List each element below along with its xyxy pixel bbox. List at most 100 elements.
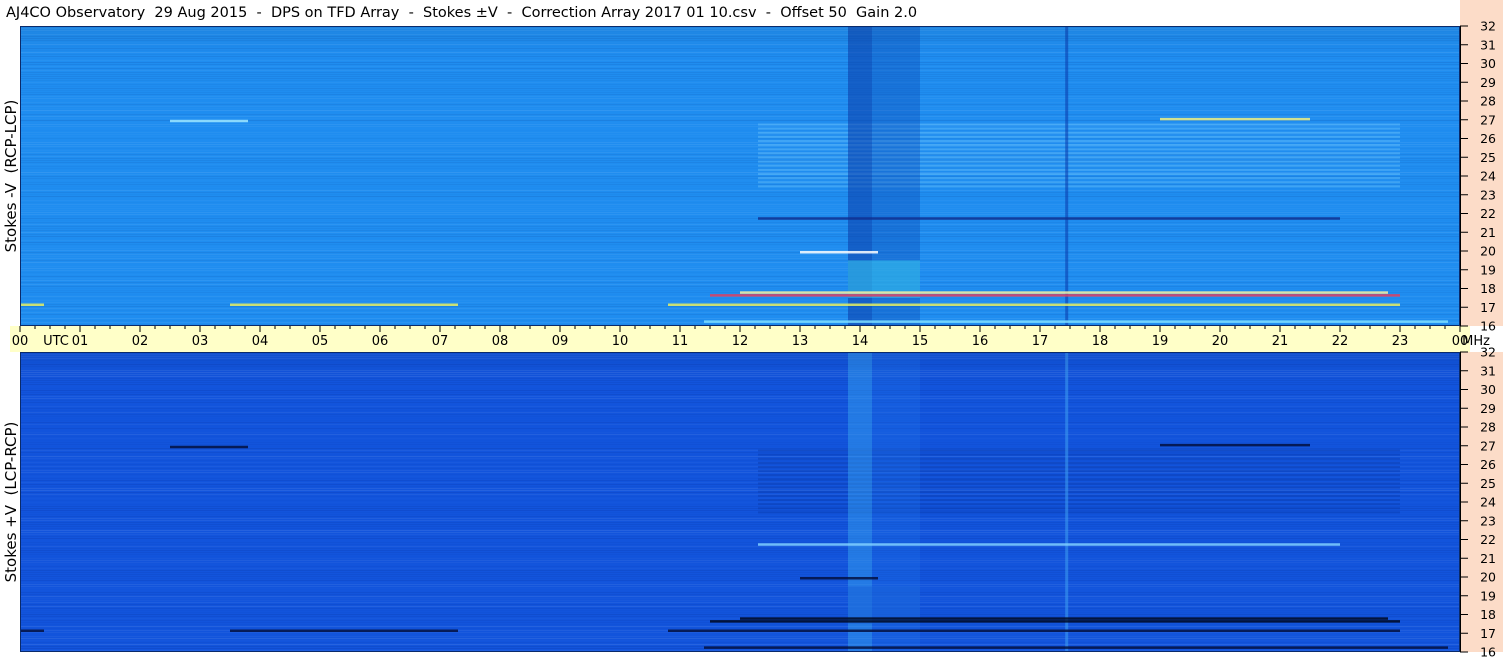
texture-line [20,180,1460,181]
interference-streak [704,320,1448,323]
texture-line [20,442,1460,443]
texture-line [20,302,1460,303]
interference-streak [710,620,1400,623]
texture-line [20,86,1460,87]
texture-line [20,184,1460,185]
freq-tick-label: 20 [1480,570,1496,585]
texture-line [20,602,1460,603]
panel-vignette [20,26,1460,56]
utc-tick-label: 01 [72,334,89,349]
interference-streak [740,291,1388,294]
texture-line [20,560,1460,561]
texture-line [20,546,1460,547]
texture-line [20,168,1460,169]
texture-line [20,558,1460,559]
texture-line [20,434,1460,435]
texture-line [20,570,1460,571]
texture-line [20,640,1460,641]
freq-tick-label: 18 [1480,281,1496,296]
texture-line [20,430,1460,431]
interference-streak [20,629,44,632]
interference-streak [758,217,1340,220]
freq-tick-label: 30 [1480,56,1496,71]
texture-line [20,572,1460,573]
texture-line [20,104,1460,105]
texture-line [20,134,1460,135]
texture-line [20,522,1460,523]
texture-line [20,250,1460,251]
texture-line [20,566,1460,567]
top-frequency-axis: 16 17 18 19 20 21 22 23 24 25 26 27 28 29 30 31 32 [1460,0,1503,334]
texture-line [20,112,1460,113]
texture-line [20,312,1460,313]
texture-line [20,316,1460,317]
texture-line [20,590,1460,591]
texture-line [20,116,1460,117]
interference-streak [170,445,248,449]
bottom-spectrogram-panel [20,352,1460,652]
freq-tick-label: 20 [1480,244,1496,259]
texture-line [20,502,1460,503]
texture-line [20,56,1460,57]
texture-line [20,138,1460,139]
texture-line [20,194,1460,195]
texture-line [20,626,1460,627]
utc-tick-label: 03 [192,334,209,349]
texture-line [20,604,1460,605]
vertical-line-17h [1065,352,1069,652]
texture-line [20,538,1460,539]
interference-streak [1160,443,1310,447]
texture-line [20,384,1460,385]
texture-line [20,564,1460,565]
utc-tick-label: 22 [1332,334,1349,349]
texture-line [20,142,1460,143]
texture-line [20,642,1460,643]
utc-tick-label: 16 [972,334,989,349]
texture-line [20,236,1460,237]
texture-line [20,212,1460,213]
texture-line [20,556,1460,557]
texture-line [20,592,1460,593]
texture-line [20,514,1460,515]
texture-line [20,468,1460,469]
texture-line [20,252,1460,253]
texture-line [20,222,1460,223]
texture-line [20,534,1460,535]
texture-line [20,616,1460,617]
texture-line [20,550,1460,551]
interference-streak [1160,117,1310,121]
texture-line [20,624,1460,625]
interference-streak [20,303,44,306]
texture-line [20,64,1460,65]
texture-line [20,552,1460,553]
texture-line [20,284,1460,285]
texture-line [20,554,1460,555]
texture-line [20,494,1460,495]
texture-line [20,196,1460,197]
interference-streak [800,251,878,254]
texture-line [20,410,1460,411]
texture-line [20,404,1460,405]
texture-line [20,246,1460,247]
texture-line [20,634,1460,635]
texture-line [20,208,1460,209]
texture-line [20,600,1460,601]
texture-line [20,324,1460,325]
texture-line [20,420,1460,421]
texture-line [20,214,1460,215]
texture-line [20,198,1460,199]
texture-line [20,300,1460,301]
freq-tick-label: 17 [1480,626,1496,641]
texture-line [20,288,1460,289]
texture-line [20,506,1460,507]
texture-line [20,392,1460,393]
interference-streak [230,629,458,632]
texture-line [20,578,1460,579]
texture-line [20,240,1460,241]
texture-line [20,96,1460,97]
texture-line [20,628,1460,629]
texture-line [20,456,1460,457]
interference-streak [740,617,1388,620]
texture-line [20,438,1460,439]
texture-line [20,220,1460,221]
